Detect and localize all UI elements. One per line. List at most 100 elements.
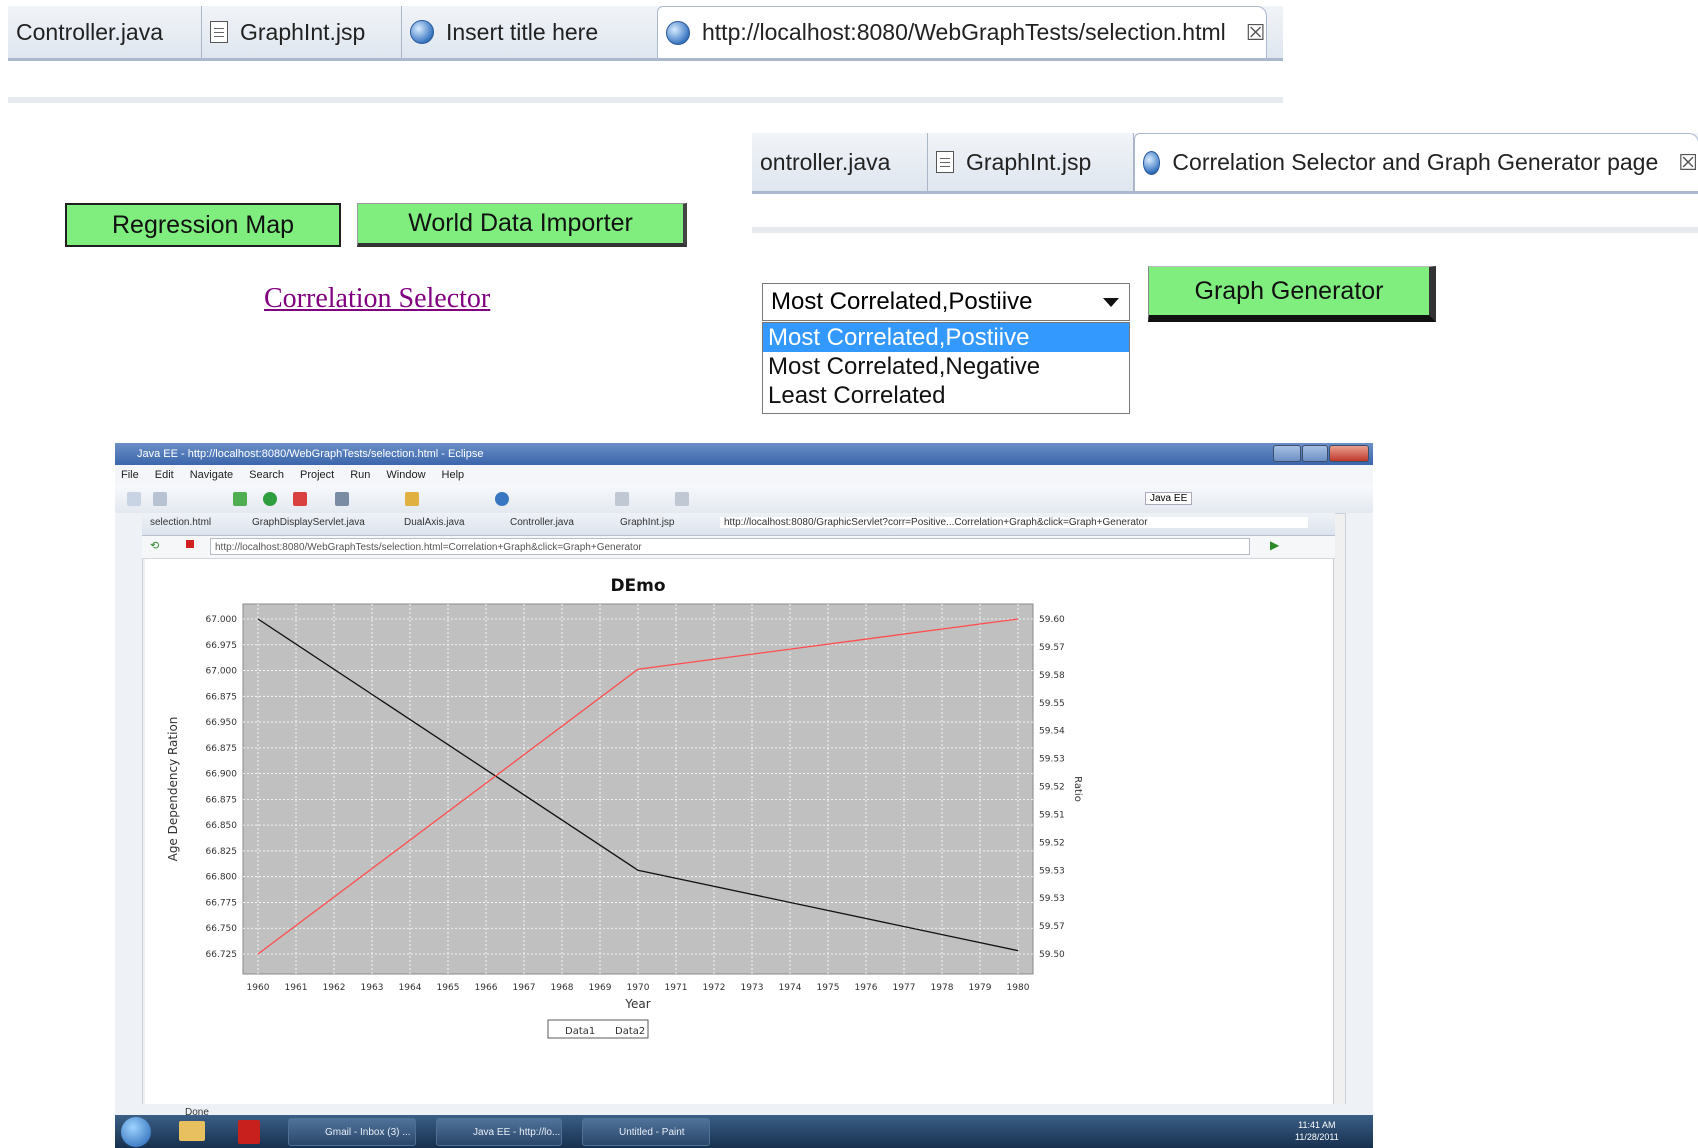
x-tick-label: 1974 (779, 983, 802, 993)
go-icon[interactable]: ▶ (1270, 538, 1279, 552)
x-tick-label: 1971 (665, 983, 688, 993)
legend-item: Data1 (565, 1026, 595, 1037)
y2-tick-label: 59.52 (1039, 838, 1065, 848)
y2-tick-label: 59.53 (1039, 894, 1065, 904)
select-value: Most Correlated,Postiive (771, 288, 1033, 315)
browser-tab-strip: Controller.java GraphInt.jsp Insert titl… (8, 6, 1283, 61)
start-button[interactable] (121, 1117, 151, 1147)
address-suffix: =Correlation+Graph&click=Graph+Generator (442, 542, 642, 553)
menu-window[interactable]: Window (386, 469, 425, 481)
taskbar-paint[interactable]: Untitled - Paint (582, 1118, 710, 1146)
globe-icon (666, 20, 690, 45)
x-tick-label: 1962 (323, 983, 346, 993)
x-tick-label: 1980 (1007, 983, 1030, 993)
menu-file[interactable]: File (121, 469, 139, 481)
back-icon[interactable]: ⟲ (150, 539, 159, 552)
x-tick-label: 1964 (399, 983, 422, 993)
globe-icon (1143, 150, 1161, 175)
tab-label: GraphInt.jsp (240, 18, 366, 45)
globe-icon (410, 20, 434, 44)
perspective-java-ee[interactable]: Java EE (1145, 492, 1193, 505)
new-icon[interactable] (127, 492, 141, 506)
run-icon[interactable] (263, 492, 277, 506)
x-tick-label: 1975 (817, 983, 840, 993)
editor-tab[interactable]: Controller.java (510, 517, 574, 528)
navigate-back-icon[interactable] (615, 492, 629, 506)
pdf-icon[interactable] (238, 1120, 260, 1144)
save-icon[interactable] (153, 492, 167, 506)
divider (8, 97, 1283, 103)
close-window-button[interactable] (1329, 445, 1369, 462)
option-most-negative[interactable]: Most Correlated,Negative (763, 352, 1129, 381)
address-field[interactable]: http://localhost:8080/WebGraphTests/sele… (210, 538, 1250, 555)
y2-axis-label: Ratio (1072, 776, 1083, 802)
tab-graphint-jsp[interactable]: GraphInt.jsp (928, 133, 1134, 191)
clock-time: 11:41 AM (1298, 1120, 1336, 1130)
navigate-forward-icon[interactable] (675, 492, 689, 506)
regression-map-button[interactable]: Regression Map (65, 203, 341, 247)
y-tick-label: 67.000 (206, 667, 238, 677)
editor-tab[interactable]: GraphDisplayServlet.java (252, 517, 365, 528)
close-icon[interactable]: ☒ (1246, 20, 1266, 46)
globe-icon[interactable] (495, 492, 509, 506)
option-least[interactable]: Least Correlated (763, 381, 1129, 410)
x-tick-label: 1976 (855, 983, 878, 993)
y-tick-label: 66.825 (206, 847, 238, 857)
x-tick-label: 1969 (589, 983, 612, 993)
y2-tick-label: 59.53 (1039, 866, 1065, 876)
tab-selection-html[interactable]: http://localhost:8080/WebGraphTests/sele… (657, 6, 1267, 58)
maximize-button[interactable] (1302, 445, 1328, 462)
folder-icon[interactable] (179, 1121, 205, 1141)
taskbar-eclipse[interactable]: Java EE - http://lo... (436, 1118, 562, 1146)
menu-run[interactable]: Run (350, 469, 370, 481)
y-tick-label: 66.875 (206, 692, 238, 702)
y2-tick-label: 59.54 (1039, 727, 1065, 737)
graph-generator-button[interactable]: Graph Generator (1148, 266, 1436, 322)
x-tick-label: 1968 (551, 983, 574, 993)
minimize-button[interactable] (1273, 445, 1301, 462)
tab-insert-title[interactable]: Insert title here (402, 6, 657, 58)
y2-tick-label: 59.51 (1039, 810, 1065, 820)
editor-tab[interactable]: DualAxis.java (404, 517, 465, 528)
editor-tab[interactable]: selection.html (150, 517, 211, 528)
tab-label: Correlation Selector and Graph Generator… (1172, 149, 1659, 175)
y-tick-label: 66.950 (206, 718, 238, 728)
eclipse-window: Java EE - http://localhost:8080/WebGraph… (115, 443, 1373, 1148)
y2-tick-label: 59.57 (1039, 922, 1065, 932)
tab-controller-java[interactable]: Controller.java (8, 6, 202, 58)
x-tick-label: 1961 (285, 983, 308, 993)
external-tools-icon[interactable] (293, 492, 307, 506)
menu-search[interactable]: Search (249, 469, 284, 481)
option-most-positive[interactable]: Most Correlated,Postiive (763, 323, 1129, 352)
menu-navigate[interactable]: Navigate (190, 469, 233, 481)
browser-address-bar: ⟲ http://localhost:8080/WebGraphTests/se… (142, 536, 1335, 559)
correlation-select[interactable]: Most Correlated,Postiive (762, 283, 1130, 321)
world-data-importer-button[interactable]: World Data Importer (357, 203, 687, 247)
debug-icon[interactable] (233, 492, 247, 506)
tab-controller-java[interactable]: ontroller.java (752, 133, 928, 191)
tab-graphint-jsp[interactable]: GraphInt.jsp (202, 6, 402, 58)
clock: 11:41 AM 11/28/2011 (1295, 1119, 1339, 1143)
editor-tab[interactable]: GraphInt.jsp (620, 517, 674, 528)
chart-svg: DEmo 1960 1961 1962 1963 1964 1965 1966 1967 1968… (166, 576, 1083, 1039)
correlation-dropdown-list: Most Correlated,Postiive Most Correlated… (762, 322, 1130, 414)
stop-icon[interactable] (186, 540, 194, 548)
taskbar-gmail[interactable]: Gmail - Inbox (3) ... (288, 1118, 416, 1146)
menu-project[interactable]: Project (300, 469, 334, 481)
y-tick-label: 66.725 (206, 950, 238, 960)
tab-correlation-page[interactable]: Correlation Selector and Graph Generator… (1134, 133, 1698, 191)
editor-tab-active[interactable]: http://localhost:8080/GraphicServlet?cor… (720, 517, 1308, 528)
open-folder-icon[interactable] (405, 492, 419, 506)
x-tick-label: 1979 (969, 983, 992, 993)
y2-tick-label: 59.58 (1039, 671, 1065, 681)
tab-label: Insert title here (446, 18, 599, 45)
x-tick-label: 1972 (703, 983, 726, 993)
y-tick-label: 66.850 (206, 821, 238, 831)
menu-edit[interactable]: Edit (155, 469, 174, 481)
jsp-file-icon (210, 21, 228, 43)
chevron-down-icon[interactable] (1103, 298, 1119, 307)
close-icon[interactable]: ☒ (1678, 150, 1698, 176)
server-icon[interactable] (335, 492, 349, 506)
menu-help[interactable]: Help (442, 469, 465, 481)
correlation-selector-link[interactable]: Correlation Selector (264, 283, 490, 315)
